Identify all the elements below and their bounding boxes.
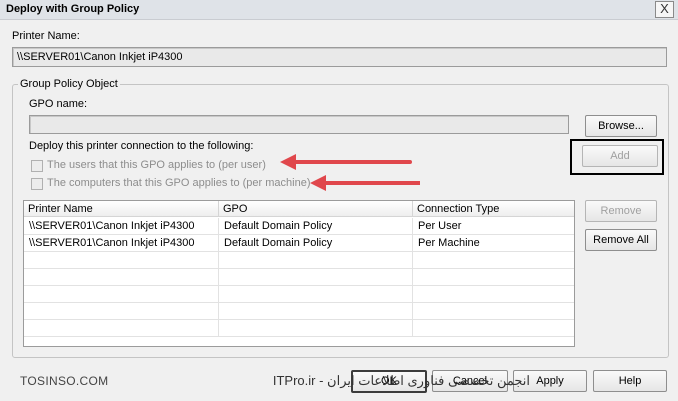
per-user-checkbox[interactable] bbox=[31, 160, 43, 172]
cell-connection-type: Per User bbox=[418, 220, 462, 232]
help-button[interactable]: Help bbox=[593, 370, 667, 392]
printer-name-value: \\SERVER01\Canon Inkjet iP4300 bbox=[17, 51, 183, 63]
group-legend: Group Policy Object bbox=[18, 78, 120, 90]
add-button[interactable]: Add bbox=[582, 145, 658, 167]
printer-name-field: \\SERVER01\Canon Inkjet iP4300 bbox=[12, 47, 667, 67]
table-row[interactable]: \\SERVER01\Canon Inkjet iP4300 Default D… bbox=[24, 218, 574, 235]
annotation-arrows bbox=[280, 154, 420, 191]
empty-row bbox=[24, 303, 574, 320]
column-header-printer-name[interactable]: Printer Name bbox=[24, 201, 219, 217]
cell-printer-name: \\SERVER01\Canon Inkjet iP4300 bbox=[24, 218, 219, 234]
arrow-per-machine-head bbox=[310, 175, 326, 191]
per-machine-checkbox[interactable] bbox=[31, 178, 43, 190]
arrow-per-user-head bbox=[280, 154, 296, 170]
printer-name-label: Printer Name: bbox=[12, 30, 80, 42]
cell-gpo: Default Domain Policy bbox=[219, 218, 413, 234]
browse-button[interactable]: Browse... bbox=[585, 115, 657, 137]
table-row[interactable]: \\SERVER01\Canon Inkjet iP4300 Default D… bbox=[24, 235, 574, 252]
deploy-label: Deploy this printer connection to the fo… bbox=[29, 140, 254, 152]
empty-row bbox=[24, 286, 574, 303]
empty-row bbox=[24, 252, 574, 269]
per-user-label: The users that this GPO applies to (per … bbox=[47, 159, 266, 171]
cell-printer-name: \\SERVER01\Canon Inkjet iP4300 bbox=[24, 235, 219, 251]
watermark-persian: انجمن تخصصی فناوری اطلاعات ایران - ITPro… bbox=[272, 373, 530, 388]
remove-all-button[interactable]: Remove All bbox=[585, 229, 657, 251]
column-header-connection-type[interactable]: Connection Type bbox=[413, 201, 574, 217]
column-header-gpo[interactable]: GPO bbox=[219, 201, 413, 217]
gpo-name-field bbox=[29, 115, 569, 134]
gpo-name-label: GPO name: bbox=[29, 98, 88, 110]
deployed-printers-list[interactable]: Printer Name GPO Connection Type \\SERVE… bbox=[23, 200, 575, 347]
empty-row bbox=[24, 320, 574, 337]
close-button[interactable]: X bbox=[655, 1, 674, 18]
empty-row bbox=[24, 269, 574, 286]
cell-gpo: Default Domain Policy bbox=[219, 235, 413, 251]
watermark-tosinso: TOSINSO.COM bbox=[20, 374, 109, 388]
remove-button[interactable]: Remove bbox=[585, 200, 657, 222]
window-title: Deploy with Group Policy bbox=[6, 3, 140, 15]
cell-connection-type: Per Machine bbox=[418, 237, 480, 249]
